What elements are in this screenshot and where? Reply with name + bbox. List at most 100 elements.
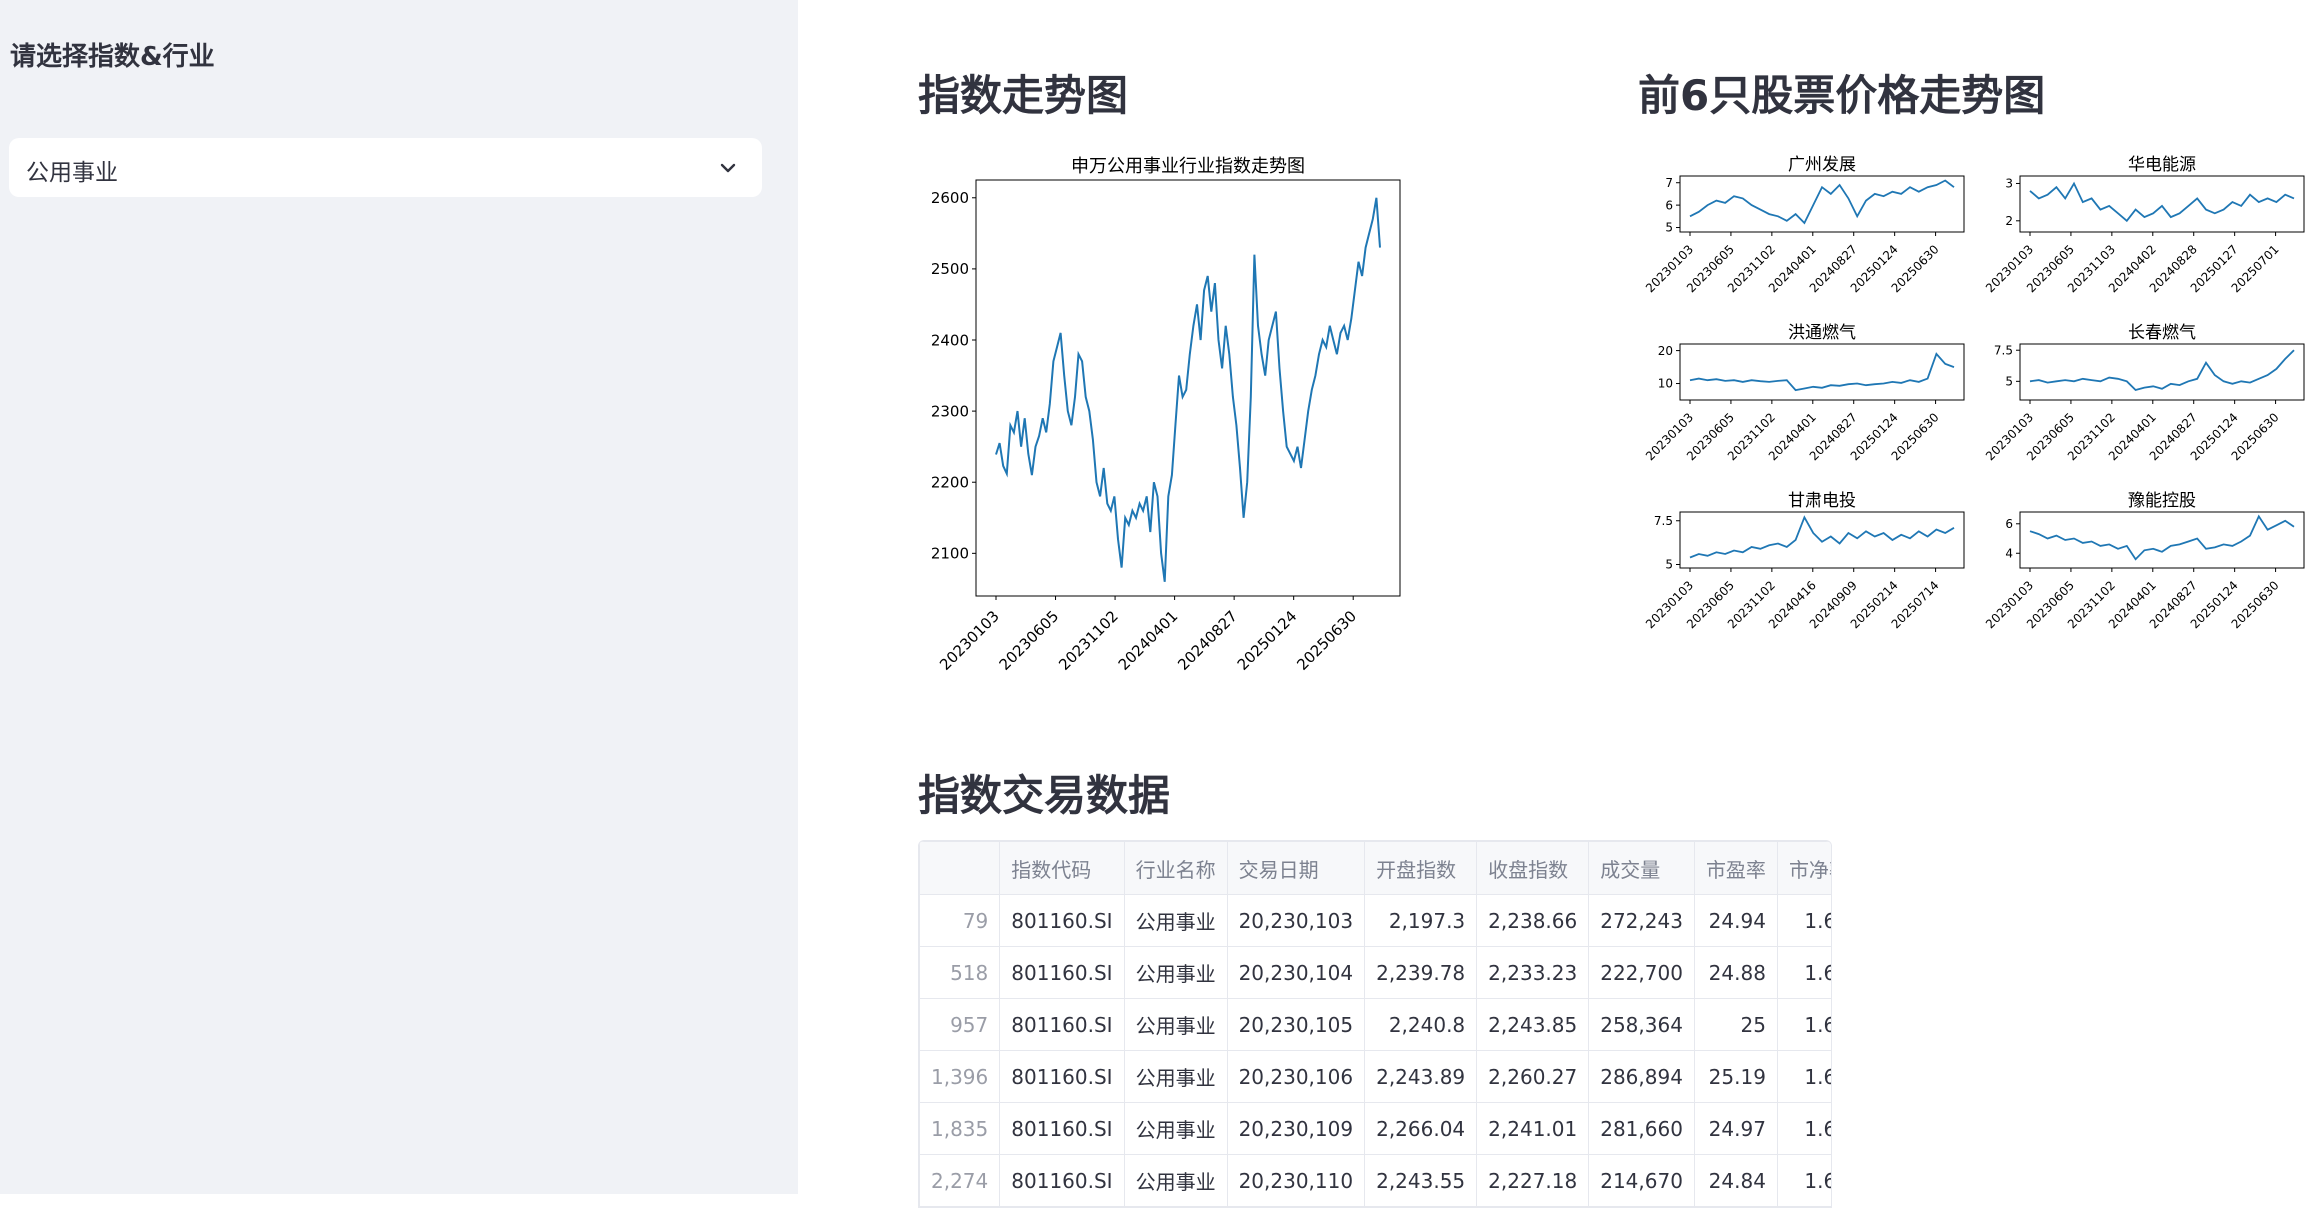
table-cell: 公用事业 [1124, 1051, 1227, 1103]
chart-title: 申万公用事业行业指数走势图 [1071, 156, 1305, 177]
table-header-cell[interactable]: 开盘指数 [1365, 842, 1477, 895]
table-cell: 公用事业 [1124, 895, 1227, 947]
table-row[interactable]: 1,835 801160.SI 公用事业 20,230,109 2,266.04… [920, 1103, 1833, 1155]
table-cell: 20,230,106 [1227, 1051, 1365, 1103]
table-row[interactable]: 518 801160.SI 公用事业 20,230,104 2,239.78 2… [920, 947, 1833, 999]
table-header-cell[interactable]: 指数代码 [1000, 842, 1124, 895]
table-cell: 801160.SI [1000, 1103, 1124, 1155]
table-header-cell[interactable]: 收盘指数 [1477, 842, 1589, 895]
table-cell: 801160.SI [1000, 999, 1124, 1051]
table-cell: 20,230,103 [1227, 895, 1365, 947]
chart-frame [1680, 512, 1964, 568]
chart-title: 豫能控股 [2128, 491, 2196, 511]
y-tick-label: 6 [1665, 198, 1673, 212]
y-tick-label: 2100 [931, 545, 969, 563]
table-cell: 222,700 [1589, 947, 1695, 999]
y-tick-label: 3 [2005, 177, 2013, 191]
chart-title: 洪通燃气 [1788, 323, 1856, 343]
table-cell: 1.63 [1777, 947, 1832, 999]
chart-frame [976, 180, 1400, 596]
table-cell: 2,260.27 [1477, 1051, 1589, 1103]
stocks-chart-heading: 前6只股票价格走势图 [1638, 62, 2045, 123]
table-cell: 2,240.8 [1365, 999, 1477, 1051]
table-header-cell[interactable]: 行业名称 [1124, 842, 1227, 895]
table-cell: 286,894 [1589, 1051, 1695, 1103]
y-tick-label: 2400 [931, 331, 969, 349]
table-cell: 272,243 [1589, 895, 1695, 947]
table-heading: 指数交易数据 [918, 762, 1170, 823]
table-cell: 801160.SI [1000, 947, 1124, 999]
table-header-cell[interactable]: 市净率 [1777, 842, 1832, 895]
table-cell: 20,230,104 [1227, 947, 1365, 999]
table-cell: 801160.SI [1000, 895, 1124, 947]
index-data-table[interactable]: 指数代码 行业名称 交易日期 开盘指数 收盘指数 成交量 市盈率 市净率 79 … [918, 840, 1832, 1208]
table-header-cell[interactable]: 交易日期 [1227, 842, 1365, 895]
x-tick-label: 20240827 [1174, 607, 1241, 674]
row-index: 1,396 [920, 1051, 1000, 1103]
table-cell: 25.19 [1694, 1051, 1777, 1103]
table-cell: 1.63 [1777, 895, 1832, 947]
table-header-cell[interactable]: 成交量 [1589, 842, 1695, 895]
y-tick-label: 5 [1665, 221, 1673, 235]
x-tick-label: 20250124 [1234, 607, 1301, 674]
chart-title: 广州发展 [1788, 155, 1856, 175]
table-cell: 2,243.89 [1365, 1051, 1477, 1103]
index-chart-heading: 指数走势图 [918, 62, 1128, 123]
table-cell: 1.63 [1777, 1103, 1832, 1155]
table-row[interactable]: 79 801160.SI 公用事业 20,230,103 2,197.3 2,2… [920, 895, 1833, 947]
chart-frame [1680, 344, 1964, 400]
table-cell: 24.88 [1694, 947, 1777, 999]
table-cell: 2,243.85 [1477, 999, 1589, 1051]
y-tick-label: 6 [2005, 517, 2013, 531]
table-cell: 2,233.23 [1477, 947, 1589, 999]
table-row[interactable]: 957 801160.SI 公用事业 20,230,105 2,240.8 2,… [920, 999, 1833, 1051]
series-line [996, 198, 1380, 582]
y-tick-label: 7.5 [1994, 343, 2013, 357]
table-header-cell[interactable]: 市盈率 [1694, 842, 1777, 895]
y-tick-label: 2500 [931, 260, 969, 278]
table-cell: 1.65 [1777, 1051, 1832, 1103]
table-cell: 2,241.01 [1477, 1103, 1589, 1155]
sidebar-title: 请选择指数&行业 [10, 36, 215, 73]
y-tick-label: 7.5 [1654, 514, 1673, 528]
index-line-chart: 申万公用事业行业指数走势图210022002300240025002600202… [916, 140, 1408, 720]
y-tick-label: 4 [2005, 546, 2013, 560]
table-cell: 公用事业 [1124, 947, 1227, 999]
row-index: 518 [920, 947, 1000, 999]
table-cell: 20,230,109 [1227, 1103, 1365, 1155]
table-cell: 801160.SI [1000, 1155, 1124, 1207]
table-cell: 281,660 [1589, 1103, 1695, 1155]
table-row[interactable]: 1,396 801160.SI 公用事业 20,230,106 2,243.89… [920, 1051, 1833, 1103]
table-cell: 2,238.66 [1477, 895, 1589, 947]
y-tick-label: 2200 [931, 473, 969, 491]
chart-title: 甘肃电投 [1788, 491, 1856, 511]
y-tick-label: 20 [1658, 344, 1673, 358]
index-industry-select[interactable]: 公用事业 [9, 138, 762, 197]
x-tick-label: 20230605 [996, 607, 1063, 674]
row-index: 957 [920, 999, 1000, 1051]
x-tick-label: 20230103 [936, 607, 1003, 674]
table-cell: 2,239.78 [1365, 947, 1477, 999]
table-header-index [920, 842, 1000, 895]
series-line [1690, 181, 1954, 224]
table-cell: 公用事业 [1124, 1103, 1227, 1155]
table-cell: 24.97 [1694, 1103, 1777, 1155]
table-cell: 24.94 [1694, 895, 1777, 947]
table-cell: 20,230,110 [1227, 1155, 1365, 1207]
y-tick-label: 2300 [931, 402, 969, 420]
table-cell: 25 [1694, 999, 1777, 1051]
y-tick-label: 2 [2005, 214, 2013, 228]
table-cell: 214,670 [1589, 1155, 1695, 1207]
chart-frame [2020, 176, 2304, 232]
series-line [1690, 354, 1954, 390]
sidebar: 请选择指数&行业 公用事业 [0, 0, 798, 1194]
table-cell: 公用事业 [1124, 999, 1227, 1051]
main-content: 指数走势图 前6只股票价格走势图 申万公用事业行业指数走势图2100220023… [798, 0, 2306, 1194]
table-header-row: 指数代码 行业名称 交易日期 开盘指数 收盘指数 成交量 市盈率 市净率 [920, 842, 1833, 895]
table-row[interactable]: 2,274 801160.SI 公用事业 20,230,110 2,243.55… [920, 1155, 1833, 1207]
table-cell: 20,230,105 [1227, 999, 1365, 1051]
table-cell: 2,197.3 [1365, 895, 1477, 947]
row-index: 1,835 [920, 1103, 1000, 1155]
y-tick-label: 10 [1658, 377, 1673, 391]
series-line [2030, 350, 2294, 390]
